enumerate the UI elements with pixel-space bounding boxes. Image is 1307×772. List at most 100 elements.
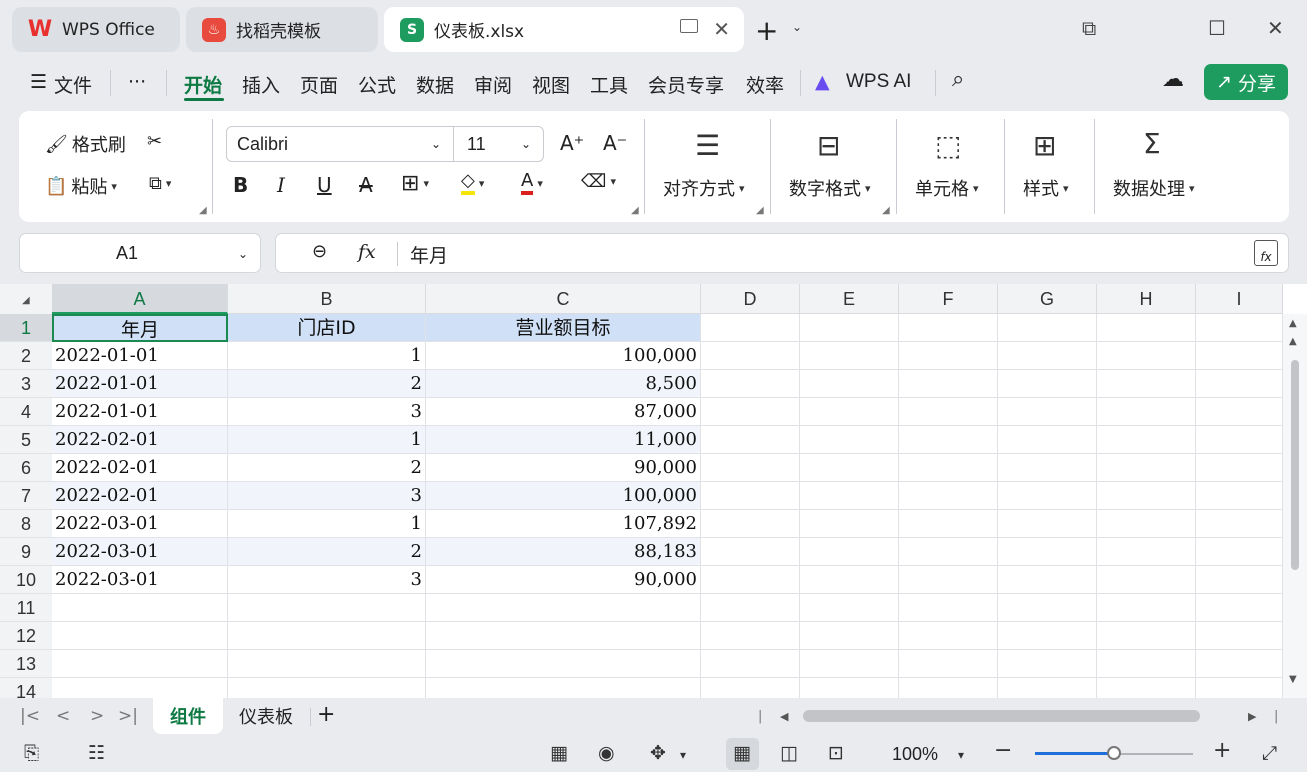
add-sheet-button[interactable]: +: [317, 702, 335, 727]
tab-dashboard-xlsx[interactable]: S 仪表板.xlsx ✕: [384, 7, 744, 52]
copy-button[interactable]: ⧉ ▾: [149, 173, 171, 194]
cell-h12[interactable]: [1097, 622, 1196, 650]
menu-member[interactable]: 会员专享: [648, 71, 724, 98]
cell-e6[interactable]: [800, 454, 899, 482]
cell-i3[interactable]: [1196, 370, 1283, 398]
cell-c8[interactable]: 107,892: [426, 510, 701, 538]
cell-i14[interactable]: [1196, 678, 1283, 698]
increase-font-icon[interactable]: A⁺: [560, 131, 584, 155]
cell-d5[interactable]: [701, 426, 800, 454]
styles-button[interactable]: 样式 ▾: [1023, 175, 1069, 201]
clear-format-button[interactable]: ⌫ ▾: [581, 171, 616, 192]
column-header-e[interactable]: E: [800, 284, 899, 314]
sheet-list-icon[interactable]: ☷: [88, 742, 105, 764]
cell-e11[interactable]: [800, 594, 899, 622]
zoom-level[interactable]: 100%: [892, 744, 938, 765]
row-header-10[interactable]: 10: [0, 566, 52, 594]
font-name-input[interactable]: Calibri: [237, 134, 288, 155]
cell-a3[interactable]: 2022-01-01: [52, 370, 228, 398]
cell-e3[interactable]: [800, 370, 899, 398]
cell-g1[interactable]: [998, 314, 1097, 342]
cell-d8[interactable]: [701, 510, 800, 538]
column-header-b[interactable]: B: [228, 284, 426, 314]
cell-e5[interactable]: [800, 426, 899, 454]
scroll-down-icon[interactable]: ▼: [1289, 674, 1297, 685]
fill-color-button[interactable]: ◇ ▾: [461, 171, 484, 195]
cell-f14[interactable]: [899, 678, 998, 698]
cell-b1[interactable]: 门店ID: [228, 314, 426, 342]
chevron-down-icon[interactable]: ▾: [680, 748, 686, 762]
row-header-7[interactable]: 7: [0, 482, 52, 510]
scroll-up-icon[interactable]: ▲: [1289, 336, 1297, 347]
cell-a9[interactable]: 2022-03-01: [52, 538, 228, 566]
cell-c11[interactable]: [426, 594, 701, 622]
cell-g14[interactable]: [998, 678, 1097, 698]
cell-h8[interactable]: [1097, 510, 1196, 538]
sigma-icon[interactable]: Σ: [1143, 127, 1161, 160]
menu-data[interactable]: 数据: [416, 71, 454, 98]
cell-a6[interactable]: 2022-02-01: [52, 454, 228, 482]
cell-b7[interactable]: 3: [228, 482, 426, 510]
cell-i5[interactable]: [1196, 426, 1283, 454]
menu-tools[interactable]: 工具: [590, 71, 628, 98]
column-header-d[interactable]: D: [701, 284, 800, 314]
cell-e2[interactable]: [800, 342, 899, 370]
page-layout-icon[interactable]: ◫: [780, 742, 798, 764]
search-icon[interactable]: ⌕: [952, 67, 964, 92]
cell-i11[interactable]: [1196, 594, 1283, 622]
cell-i13[interactable]: [1196, 650, 1283, 678]
zoom-slider-knob[interactable]: [1107, 746, 1121, 760]
column-header-g[interactable]: G: [998, 284, 1097, 314]
cell-c14[interactable]: [426, 678, 701, 698]
zoom-in-button[interactable]: +: [1213, 738, 1231, 763]
scroll-left-icon[interactable]: ◀: [780, 710, 788, 723]
cell-b8[interactable]: 1: [228, 510, 426, 538]
dialog-launcher-icon[interactable]: ◢: [756, 205, 764, 216]
chevron-down-icon[interactable]: ⌄: [238, 247, 248, 261]
cell-f8[interactable]: [899, 510, 998, 538]
cell-h9[interactable]: [1097, 538, 1196, 566]
chevron-down-icon[interactable]: ▾: [958, 748, 964, 762]
cell-c2[interactable]: 100,000: [426, 342, 701, 370]
menu-file[interactable]: 文件: [54, 71, 92, 98]
cell-a12[interactable]: [52, 622, 228, 650]
cell-a1[interactable]: 年月: [52, 314, 228, 342]
number-format-button[interactable]: 数字格式 ▾: [789, 175, 871, 201]
restore-window-icon[interactable]: ⧉: [1082, 16, 1096, 40]
cell-a5[interactable]: 2022-02-01: [52, 426, 228, 454]
cell-c10[interactable]: 90,000: [426, 566, 701, 594]
cell-c4[interactable]: 87,000: [426, 398, 701, 426]
menu-efficiency[interactable]: 效率: [746, 71, 784, 98]
cell-g11[interactable]: [998, 594, 1097, 622]
dialog-launcher-icon[interactable]: ◢: [199, 205, 207, 216]
cell-c9[interactable]: 88,183: [426, 538, 701, 566]
spreadsheet-grid[interactable]: ◢ ▲ ▲ ▼ A B C D E F G H I 1 年月 门店ID 营业额目标 2 2022-01-01…: [0, 284, 1307, 698]
scroll-right-icon[interactable]: ▶: [1248, 710, 1256, 723]
cell-c6[interactable]: 90,000: [426, 454, 701, 482]
cell-b12[interactable]: [228, 622, 426, 650]
cell-c1[interactable]: 营业额目标: [426, 314, 701, 342]
cell-d9[interactable]: [701, 538, 800, 566]
close-tab-icon[interactable]: ✕: [713, 17, 730, 41]
cell-i2[interactable]: [1196, 342, 1283, 370]
chevron-down-icon[interactable]: ⌄: [792, 20, 802, 34]
bold-icon[interactable]: B: [233, 173, 248, 197]
chevron-down-icon[interactable]: ⌄: [521, 137, 531, 151]
sheet-tab-components[interactable]: 组件: [153, 698, 223, 734]
cell-f7[interactable]: [899, 482, 998, 510]
close-window-icon[interactable]: ✕: [1267, 16, 1284, 40]
insert-function-icon[interactable]: fx: [1254, 240, 1278, 266]
cell-g4[interactable]: [998, 398, 1097, 426]
cell-d11[interactable]: [701, 594, 800, 622]
cell-f11[interactable]: [899, 594, 998, 622]
cell-a13[interactable]: [52, 650, 228, 678]
cell-h13[interactable]: [1097, 650, 1196, 678]
cell-g5[interactable]: [998, 426, 1097, 454]
menu-review[interactable]: 审阅: [474, 71, 512, 98]
dialog-launcher-icon[interactable]: ◢: [631, 205, 639, 216]
underline-icon[interactable]: U: [317, 173, 332, 197]
column-header-f[interactable]: F: [899, 284, 998, 314]
zoom-out-button[interactable]: −: [994, 738, 1012, 763]
cell-i4[interactable]: [1196, 398, 1283, 426]
horizontal-scrollbar-thumb[interactable]: [803, 710, 1200, 722]
